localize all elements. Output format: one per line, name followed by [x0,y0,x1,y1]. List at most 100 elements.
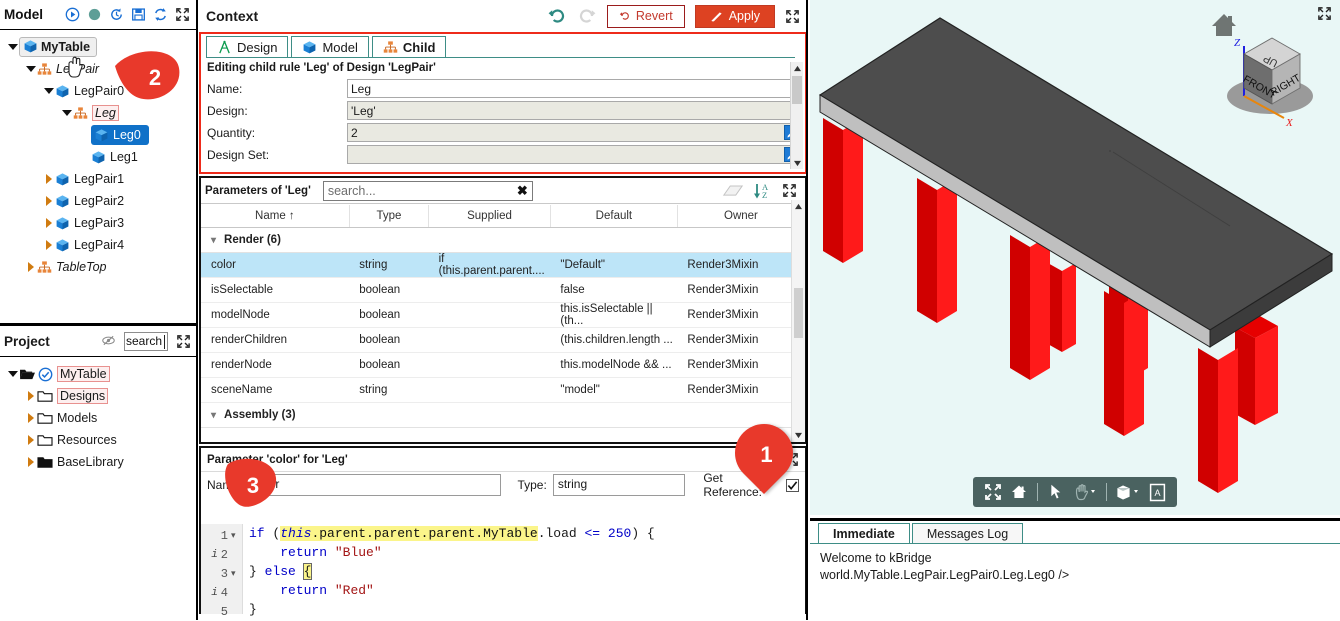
tree-item-legpair1[interactable]: LegPair1 [0,168,198,190]
tab-child[interactable]: Child [371,36,447,58]
view-cube-widget[interactable]: Z X UP FRONT RIGHT [1204,8,1332,156]
scroll-up-arrow[interactable] [792,200,805,213]
refresh-icon[interactable] [153,7,168,22]
project-item-resources[interactable]: Resources [0,429,198,451]
expand-icon[interactable] [782,183,797,198]
fold-caret-icon[interactable]: ▾ [231,531,237,541]
chevron-down-icon[interactable]: ▾ [211,235,216,246]
tree-item-legpair3[interactable]: LegPair3 [0,212,198,234]
tree-item-legpair4[interactable]: LegPair4 [0,234,198,256]
field-input[interactable]: 2 [347,123,801,142]
project-item-designs[interactable]: Designs [0,385,198,407]
tree-item-label[interactable]: LegPair1 [74,172,124,186]
code-lines[interactable]: if (this.parent.parent.parent.MyTable.lo… [243,524,805,617]
scroll-down-arrow[interactable] [792,429,805,442]
parameter-type-input[interactable]: string [552,474,686,496]
table-row[interactable]: renderChildren boolean (this.children.leng… [201,327,805,353]
expand-caret-icon[interactable] [42,196,55,206]
project-item-mytable[interactable]: MyTable [0,363,198,385]
chevron-down-icon[interactable]: ▾ [211,410,216,421]
tree-item-label[interactable]: MyTable [19,37,98,57]
tree-item-label[interactable]: TableTop [56,260,107,274]
table-row[interactable]: isSelectable boolean false Render3Mixin [201,277,805,303]
table-row[interactable]: color string if (this.parent.parent.... "De… [201,252,805,278]
project-item-label[interactable]: MyTable [57,366,110,382]
scroll-thumb[interactable] [794,288,803,338]
tree-item-leg0[interactable]: Leg0 [0,124,198,146]
console-tab-immediate[interactable]: Immediate [818,523,910,544]
column-header-0[interactable]: Name ↑ [201,205,350,228]
parameter-group-row[interactable]: ▾ Assembly (3) [201,402,805,428]
project-item-label[interactable]: Models [57,411,97,425]
expand-caret-icon[interactable] [42,240,55,250]
tree-item-label[interactable]: Leg0 [91,125,149,145]
render-mode-icon[interactable] [1113,480,1143,504]
fold-caret-icon[interactable]: ▾ [231,569,237,579]
project-item-label[interactable]: BaseLibrary [57,455,124,469]
console-tab-messages-log[interactable]: Messages Log [911,523,1024,544]
scroll-down-arrow[interactable] [791,157,803,169]
parameter-group-row[interactable]: ▾ Render (6) [201,227,805,253]
project-item-label[interactable]: Designs [57,388,109,404]
play-icon[interactable] [65,7,80,22]
tree-item-tabletop[interactable]: TableTop [0,256,198,278]
parameters-scrollbar[interactable] [791,200,805,442]
field-input[interactable]: 'Leg' [347,101,801,120]
column-header-1[interactable]: Type [349,205,430,228]
expand-caret-icon[interactable] [24,413,37,423]
apply-button[interactable]: Apply [694,4,775,28]
column-header-2[interactable]: Supplied [428,205,551,228]
collapse-caret-icon[interactable] [6,44,19,50]
project-search-input[interactable]: search [124,331,168,351]
pan-hand-icon[interactable] [1070,480,1100,504]
project-item-label[interactable]: Resources [57,433,117,447]
expand-icon[interactable] [1317,6,1332,21]
tree-item-label[interactable]: LegPair3 [74,216,124,230]
expand-caret-icon[interactable] [42,218,55,228]
column-header-3[interactable]: Default [550,205,678,228]
parameters-search[interactable]: search... ✖ [322,180,533,201]
tab-model[interactable]: Model [291,36,369,58]
table-row[interactable]: modelNode boolean this.isSelectable || (th… [201,302,805,328]
expand-caret-icon[interactable] [24,457,37,467]
record-icon[interactable] [87,7,102,22]
collapse-caret-icon[interactable] [42,88,55,94]
export-pdf-icon[interactable]: A [1145,480,1169,504]
collapse-caret-icon[interactable] [60,110,73,116]
collapse-caret-icon[interactable] [24,66,37,72]
expand-caret-icon[interactable] [24,391,37,401]
scroll-thumb[interactable] [792,76,802,104]
eraser-icon[interactable] [722,184,744,198]
tab-design[interactable]: Design [206,36,289,58]
table-row[interactable]: renderNode boolean this.modelNode && ... Re… [201,352,805,378]
tree-item-label[interactable]: LegPair2 [74,194,124,208]
expand-caret-icon[interactable] [24,435,37,445]
field-input[interactable]: Leg [347,79,801,98]
undo-icon[interactable] [547,6,567,26]
redo-icon[interactable] [577,6,597,26]
clear-search-icon[interactable]: ✖ [517,183,528,199]
revert-button[interactable]: Revert [606,4,685,28]
eye-off-icon[interactable] [101,334,116,349]
tree-item-label[interactable]: LegPair4 [74,238,124,252]
viewport-3d[interactable]: Z X UP FRONT RIGHT A [810,0,1340,515]
project-tree[interactable]: MyTable Designs Models Resources BaseLibrary [0,357,198,473]
table-row[interactable]: sceneName string "model" Render3Mixin [201,377,805,403]
expand-icon[interactable] [175,7,190,22]
code-editor[interactable]: i1▾i2i3▾i4i5 if (this.parent.parent.pare… [201,524,805,619]
expand-caret-icon[interactable] [42,174,55,184]
parameters-table-body[interactable]: ▾ Render (6) color string if (this.parent.pa… [201,227,805,428]
project-item-baselibrary[interactable]: BaseLibrary [0,451,198,473]
project-item-models[interactable]: Models [0,407,198,429]
save-icon[interactable] [131,7,146,22]
sort-az-icon[interactable]: AZ [753,182,773,200]
expand-icon[interactable] [785,9,800,24]
field-input[interactable] [347,145,801,164]
expand-caret-icon[interactable] [24,262,37,272]
home-icon[interactable] [1007,480,1031,504]
history-icon[interactable] [109,7,124,22]
column-header-4[interactable]: Owner [677,205,805,228]
collapse-caret-icon[interactable] [6,371,19,377]
context-scrollbar[interactable] [790,62,803,169]
tree-item-leg1[interactable]: Leg1 [0,146,198,168]
